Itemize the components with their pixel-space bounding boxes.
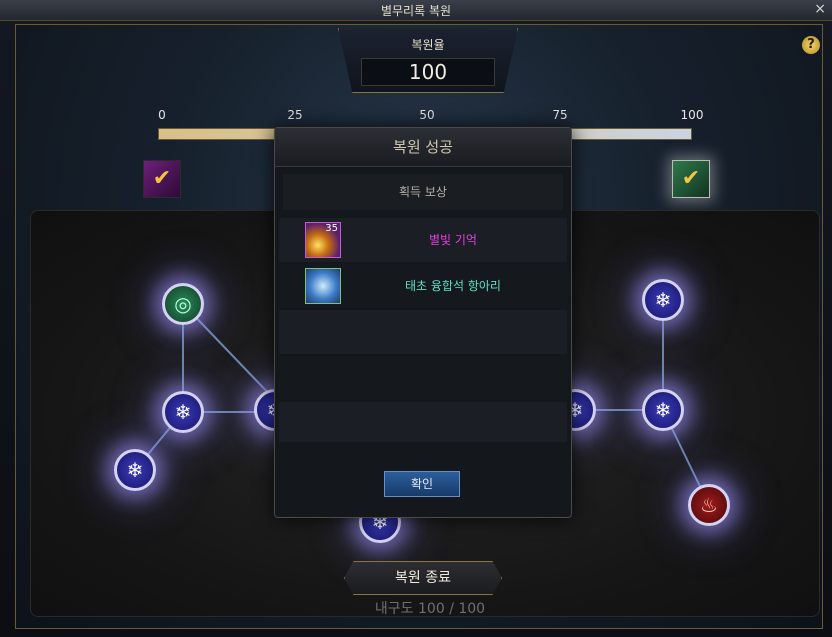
durability-sep: / <box>449 601 454 617</box>
flame-icon: ♨ <box>700 493 718 517</box>
fusion-stone-jar-icon[interactable] <box>305 268 341 304</box>
empty-row <box>279 310 567 354</box>
reward-subtitle: 획득 보상 <box>283 174 563 210</box>
starlight-memory-icon[interactable]: 35 <box>305 222 341 258</box>
swirl-icon: ◎ <box>174 292 192 316</box>
confirm-button[interactable]: 확인 <box>384 471 460 497</box>
snowflake-icon: ❄ <box>654 288 672 312</box>
end-restore-button[interactable]: 복원 종료 <box>344 561 502 595</box>
restoration-window: 별무리록 복원 × 복원율 100 ? 0 25 50 75 100 ✔ ✔ ◎… <box>0 0 832 637</box>
empty-row <box>279 402 567 442</box>
reward-item-name: 별빛 기억 <box>429 233 477 247</box>
star-node-blue[interactable]: ❄ <box>114 449 156 491</box>
item-count: 35 <box>325 223 338 234</box>
snowflake-icon: ❄ <box>126 458 144 482</box>
durability-max: 100 <box>458 601 486 617</box>
durability-label: 내구도 <box>374 601 414 617</box>
empty-row <box>279 356 567 400</box>
reward-row: 태초 융합석 항아리 <box>279 264 567 308</box>
durability-value: 100 <box>418 601 445 617</box>
reward-item-name: 태초 융합석 항아리 <box>405 279 501 293</box>
durability-readout: 내구도 100 / 100 <box>350 598 510 618</box>
snowflake-icon: ❄ <box>654 398 672 422</box>
snowflake-icon: ❄ <box>174 400 192 424</box>
star-node-red[interactable]: ♨ <box>688 484 730 526</box>
restore-success-dialog: 복원 성공 획득 보상 35 별빛 기억 태초 융합석 항아리 확인 <box>274 127 572 518</box>
reward-row: 35 별빛 기억 <box>279 218 567 262</box>
star-node-blue[interactable]: ❄ <box>642 389 684 431</box>
dialog-title: 복원 성공 <box>275 128 571 167</box>
star-node-blue[interactable]: ❄ <box>162 391 204 433</box>
star-node-blue[interactable]: ❄ <box>642 279 684 321</box>
star-node-green[interactable]: ◎ <box>162 283 204 325</box>
